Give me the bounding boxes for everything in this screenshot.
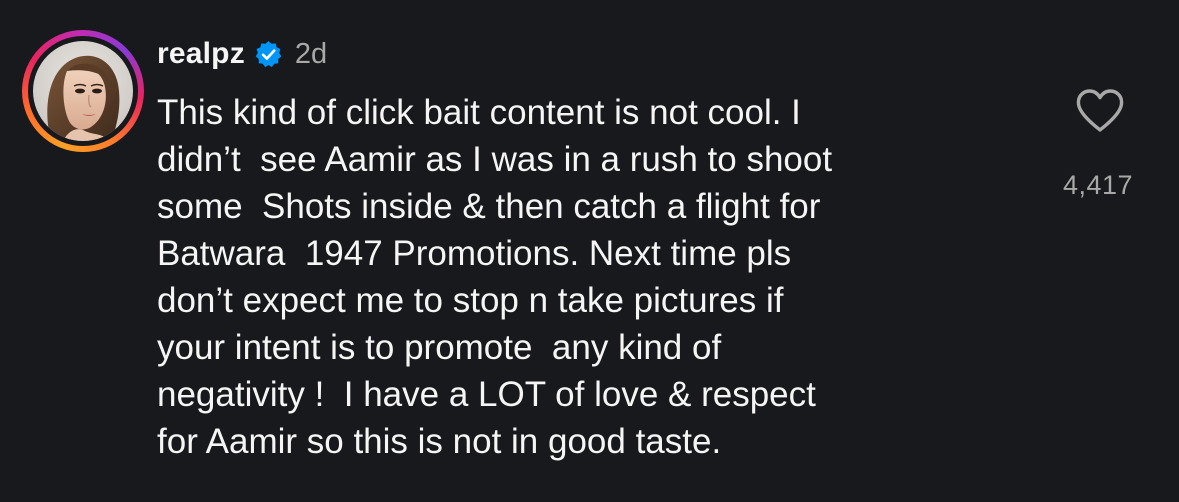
avatar-gap (28, 36, 138, 146)
comment-text-line: for Aamir so this is not in good taste. (157, 422, 722, 461)
comment-timestamp: 2d (294, 37, 328, 70)
comment-text: This kind of click bait content is not c… (157, 89, 1017, 465)
comment-text-line: Batwara 1947 Promotions. Next time pls (157, 234, 792, 273)
username[interactable]: realpz (157, 37, 245, 71)
comment-text-line: This kind of click bait content is not c… (157, 93, 801, 132)
comment-text-line: some Shots inside & then catch a flight … (157, 187, 821, 226)
avatar[interactable] (33, 41, 133, 141)
comment-header: realpz 2d (157, 32, 327, 76)
like-button[interactable] (1075, 88, 1125, 134)
comment: realpz 2d This kind of click bait conten… (0, 0, 1179, 502)
heart-outline-icon (1076, 89, 1124, 132)
comment-text-line: negativity ! I have a LOT of love & resp… (157, 375, 816, 414)
like-count: 4,417 (1062, 170, 1134, 200)
verified-badge-icon (254, 40, 283, 69)
comment-text-line: didn’t see Aamir as I was in a rush to s… (157, 140, 833, 179)
avatar-story-ring[interactable] (22, 30, 144, 152)
comment-text-line: your intent is to promote any kind of (157, 328, 722, 367)
avatar-photo-image (33, 41, 133, 141)
comment-text-line: don’t expect me to stop n take pictures … (157, 281, 784, 320)
